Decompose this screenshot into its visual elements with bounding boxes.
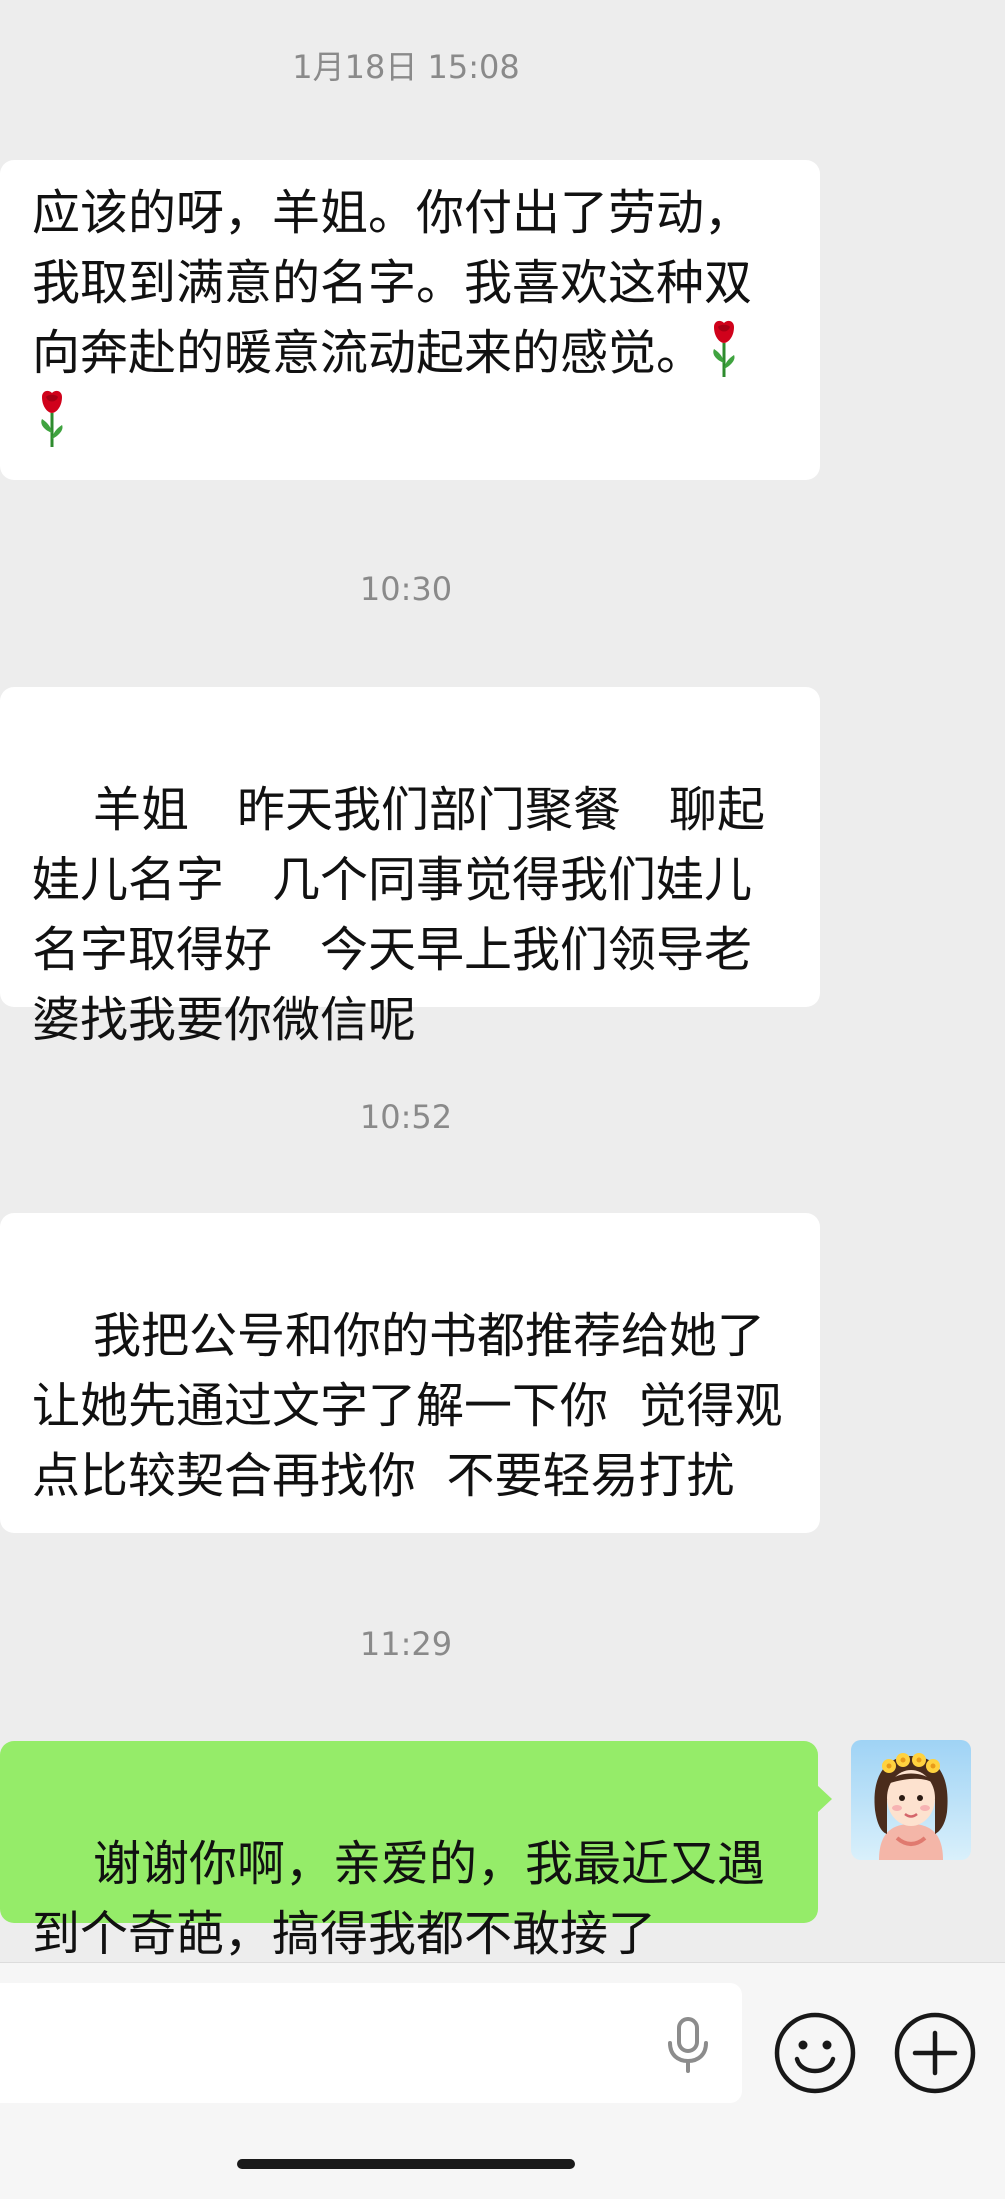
timestamp: 1月18日 15:08 [292,48,520,86]
message-input-field[interactable] [0,1983,742,2103]
timestamp: 10:52 [359,1098,453,1136]
message-text: 谢谢你啊，亲爱的，我最近又遇到个奇葩，搞得我都不敢接了 [32,1836,766,1962]
message-bubble-incoming[interactable]: 应该的呀，羊姐。你付出了劳动，我取到满意的名字。我喜欢这种双向奔赴的暖意流动起来… [0,160,820,480]
emoji-icon[interactable] [773,2011,857,2095]
timestamp: 10:30 [359,570,453,608]
message-input[interactable] [24,2011,628,2077]
message-text: 应该的呀，羊姐。你付出了劳动，我取到满意的名字。我喜欢这种双向奔赴的暖意流动起来… [32,185,753,381]
microphone-icon[interactable] [660,2015,716,2075]
rose-emoji [713,320,735,377]
avatar-image [851,1740,971,1860]
home-indicator [237,2159,575,2169]
message-text: 我把公号和你的书都推荐给她了 让她先通过文字了解一下你 觉得观点比较契合再找你 … [32,1308,783,1504]
rose-emoji [41,390,63,447]
add-icon[interactable] [893,2011,977,2095]
timestamp: 11:29 [359,1625,453,1663]
message-text: 羊姐 昨天我们部门聚餐 聊起娃儿名字 几个同事觉得我们娃儿名字取得好 今天早上我… [32,782,766,1048]
message-bubble-incoming[interactable]: 羊姐 昨天我们部门聚餐 聊起娃儿名字 几个同事觉得我们娃儿名字取得好 今天早上我… [0,687,820,1048]
message-bubble-incoming[interactable]: 我把公号和你的书都推荐给她了 让她先通过文字了解一下你 觉得观点比较契合再找你 … [0,1213,820,1533]
avatar[interactable] [851,1740,971,1860]
input-bar [0,1962,1005,2199]
message-bubble-outgoing[interactable]: 谢谢你啊，亲爱的，我最近又遇到个奇葩，搞得我都不敢接了 [0,1741,832,1962]
chat-area[interactable]: 1月18日 15:08 应该的呀，羊姐。你付出了劳动，我取到满意的名字。我喜欢这… [0,0,1005,1962]
